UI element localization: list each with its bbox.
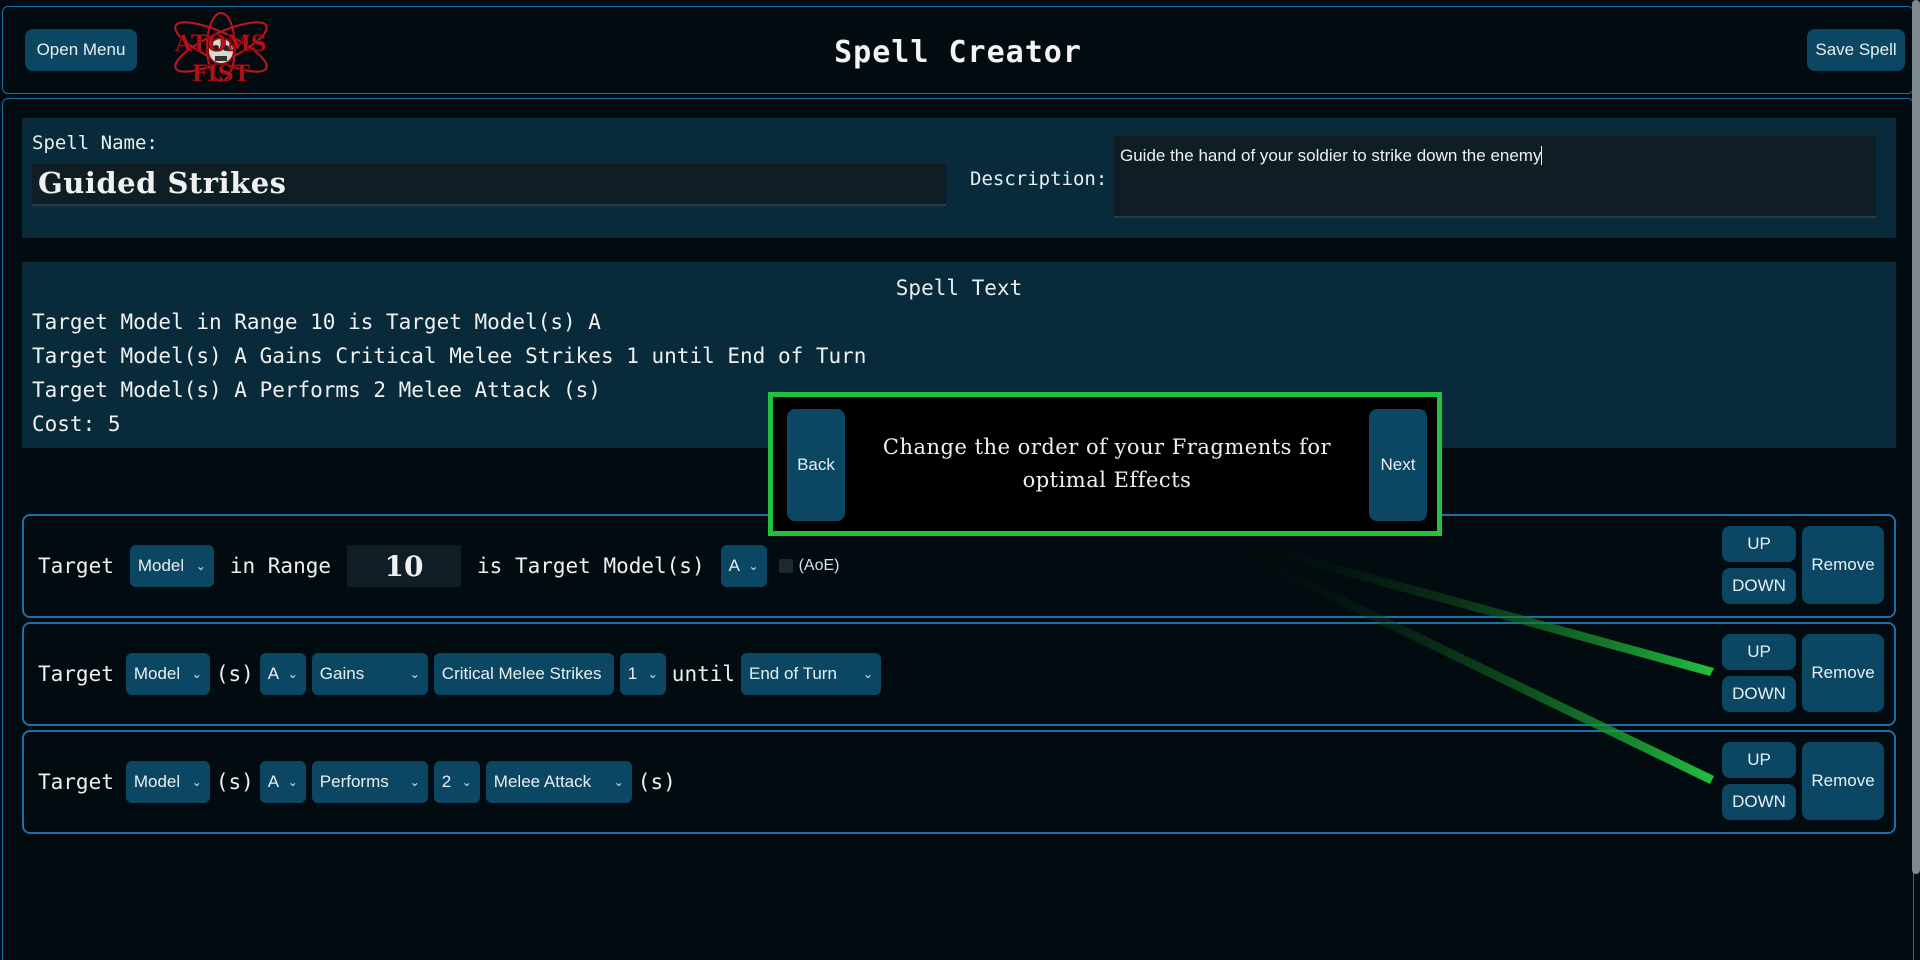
pointer-line — [1214, 532, 1714, 676]
tour-next-button[interactable]: Next — [1369, 409, 1427, 521]
scrollbar[interactable] — [1912, 0, 1920, 874]
tour-tooltip: Back Change the order of your Fragments … — [768, 392, 1442, 536]
tour-back-button[interactable]: Back — [787, 409, 845, 521]
pointer-line — [1210, 534, 1714, 784]
tour-message: Change the order of your Fragments for o… — [882, 435, 1332, 492]
